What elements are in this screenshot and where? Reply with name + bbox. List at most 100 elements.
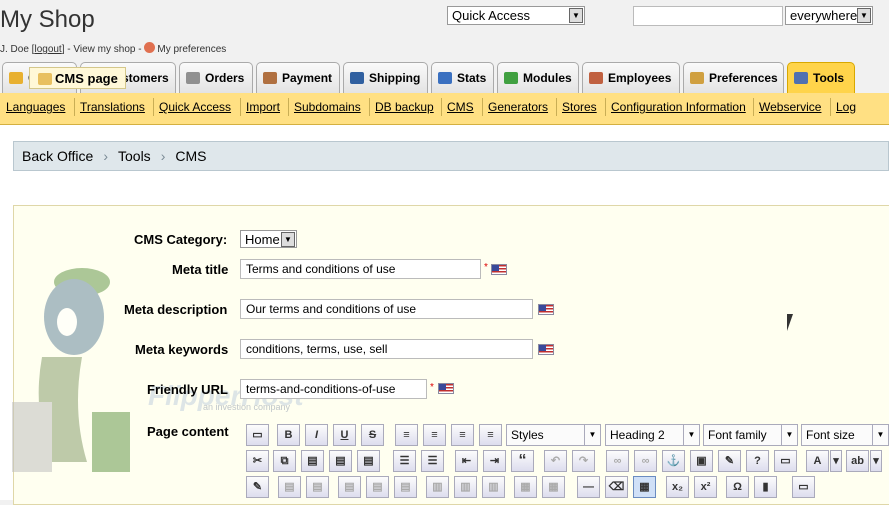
subnav-configuration-information[interactable]: Configuration Information xyxy=(611,100,746,114)
align-justify-icon[interactable]: ≡ xyxy=(479,424,502,446)
insert-col-before-icon[interactable]: ▥ xyxy=(426,476,449,498)
my-preferences-link[interactable]: My preferences xyxy=(157,44,226,55)
table-row-props-icon[interactable]: ▤ xyxy=(278,476,301,498)
split-cells-icon[interactable]: ▦ xyxy=(514,476,537,498)
styles-select[interactable]: Styles ▼ xyxy=(506,424,601,446)
edit-icon[interactable]: ✎ xyxy=(246,476,269,498)
insert-col-after-icon[interactable]: ▥ xyxy=(454,476,477,498)
form-icon[interactable]: ▭ xyxy=(792,476,815,498)
tab-payment[interactable]: Payment xyxy=(256,62,340,93)
blockquote-icon[interactable]: “ xyxy=(511,450,534,472)
new-document-icon[interactable]: ▭ xyxy=(246,424,269,446)
underline-button[interactable]: U xyxy=(333,424,356,446)
tab-preferences[interactable]: Preferences xyxy=(683,62,784,93)
italic-button[interactable]: I xyxy=(305,424,328,446)
subnav-import[interactable]: Import xyxy=(246,100,280,114)
delete-col-icon[interactable]: ▥ xyxy=(482,476,505,498)
quick-access-select[interactable]: Quick Access ▼ xyxy=(447,6,585,25)
subnav-stores[interactable]: Stores xyxy=(562,100,597,114)
tab-stats[interactable]: Stats xyxy=(431,62,494,93)
paste-word-icon[interactable]: ▤ xyxy=(357,450,380,472)
breadcrumb-item[interactable]: Back Office xyxy=(22,148,93,164)
breadcrumb: Back Office › Tools › CMS xyxy=(13,141,889,171)
subnav-subdomains[interactable]: Subdomains xyxy=(294,100,361,114)
modules-icon xyxy=(504,72,518,84)
chevron-down-icon: ▼ xyxy=(683,425,699,445)
subnav-languages[interactable]: Languages xyxy=(6,100,65,114)
delete-row-icon[interactable]: ▤ xyxy=(394,476,417,498)
bold-button[interactable]: B xyxy=(277,424,300,446)
paste-text-icon[interactable]: ▤ xyxy=(329,450,352,472)
paste-icon[interactable]: ▤ xyxy=(301,450,324,472)
meta-keywords-input[interactable]: conditions, terms, use, sell xyxy=(240,339,533,359)
cut-icon[interactable]: ✂ xyxy=(246,450,269,472)
tab-label: Stats xyxy=(457,71,487,85)
subnav-divider xyxy=(74,98,75,116)
search-scope-select[interactable]: everywhere ▼ xyxy=(785,6,873,25)
numbered-list-icon[interactable]: ☰ xyxy=(421,450,444,472)
horizontal-rule-icon[interactable]: — xyxy=(577,476,600,498)
us-flag-icon[interactable] xyxy=(491,264,507,275)
undo-icon[interactable]: ↶ xyxy=(544,450,567,472)
subscript-button[interactable]: x₂ xyxy=(666,476,689,498)
search-input[interactable] xyxy=(633,6,783,26)
media-icon[interactable]: ▮ xyxy=(754,476,777,498)
subnav-webservice[interactable]: Webservice xyxy=(759,100,821,114)
table-cell-props-icon[interactable]: ▤ xyxy=(306,476,329,498)
subnav-cms[interactable]: CMS xyxy=(447,100,474,114)
tab-tools[interactable]: Tools xyxy=(787,62,855,93)
strikethrough-button[interactable]: S xyxy=(361,424,384,446)
meta-description-input[interactable]: Our terms and conditions of use xyxy=(240,299,533,319)
subnav-quick-access[interactable]: Quick Access xyxy=(159,100,231,114)
subnav-db-backup[interactable]: DB backup xyxy=(375,100,434,114)
cms-category-select[interactable]: Home ▼ xyxy=(240,230,297,248)
font-family-select[interactable]: Font family ▼ xyxy=(703,424,798,446)
meta-title-input[interactable]: Terms and conditions of use xyxy=(240,259,481,279)
us-flag-icon[interactable] xyxy=(538,344,554,355)
insert-row-after-icon[interactable]: ▤ xyxy=(366,476,389,498)
align-right-icon[interactable]: ≡ xyxy=(451,424,474,446)
bullet-list-icon[interactable]: ☰ xyxy=(393,450,416,472)
chevron-down-icon[interactable]: ▾ xyxy=(830,450,842,472)
view-shop-link[interactable]: View my shop xyxy=(73,44,135,55)
redo-icon[interactable]: ↷ xyxy=(572,450,595,472)
help-icon[interactable]: ? xyxy=(746,450,769,472)
table-icon[interactable]: ▦ xyxy=(633,476,656,498)
special-char-button[interactable]: Ω xyxy=(726,476,749,498)
logout-link[interactable]: logout xyxy=(34,44,61,55)
html-source-icon[interactable]: ▭ xyxy=(774,450,797,472)
tab-label: Orders xyxy=(205,71,245,85)
tab-employees[interactable]: Employees xyxy=(582,62,680,93)
font-size-select[interactable]: Font size ▼ xyxy=(801,424,889,446)
quick-access-value: Quick Access xyxy=(452,8,531,23)
subnav-log[interactable]: Log xyxy=(836,100,856,114)
subnav-divider xyxy=(605,98,606,116)
tab-orders[interactable]: Orders xyxy=(179,62,253,93)
text-color-button[interactable]: A xyxy=(806,450,829,472)
cleanup-icon[interactable]: ✎ xyxy=(718,450,741,472)
us-flag-icon[interactable] xyxy=(538,304,554,315)
highlight-color-button[interactable]: ab xyxy=(846,450,869,472)
link-icon[interactable]: ∞ xyxy=(606,450,629,472)
align-left-icon[interactable]: ≡ xyxy=(395,424,418,446)
friendly-url-input[interactable]: terms-and-conditions-of-use xyxy=(240,379,427,399)
align-center-icon[interactable]: ≡ xyxy=(423,424,446,446)
tab-modules[interactable]: Modules xyxy=(497,62,579,93)
unlink-icon[interactable]: ∞ xyxy=(634,450,657,472)
remove-format-icon[interactable]: ⌫ xyxy=(605,476,628,498)
tab-shipping[interactable]: Shipping xyxy=(343,62,428,93)
insert-row-before-icon[interactable]: ▤ xyxy=(338,476,361,498)
copy-icon[interactable]: ⧉ xyxy=(273,450,296,472)
chevron-down-icon[interactable]: ▾ xyxy=(870,450,882,472)
image-icon[interactable]: ▣ xyxy=(690,450,713,472)
subnav-translations[interactable]: Translations xyxy=(80,100,145,114)
indent-icon[interactable]: ⇥ xyxy=(483,450,506,472)
anchor-icon[interactable]: ⚓ xyxy=(662,450,685,472)
subnav-generators[interactable]: Generators xyxy=(488,100,548,114)
merge-cells-icon[interactable]: ▦ xyxy=(542,476,565,498)
format-select[interactable]: Heading 2 ▼ xyxy=(605,424,700,446)
superscript-button[interactable]: x² xyxy=(694,476,717,498)
breadcrumb-item[interactable]: Tools xyxy=(118,148,151,164)
us-flag-icon[interactable] xyxy=(438,383,454,394)
outdent-icon[interactable]: ⇤ xyxy=(455,450,478,472)
